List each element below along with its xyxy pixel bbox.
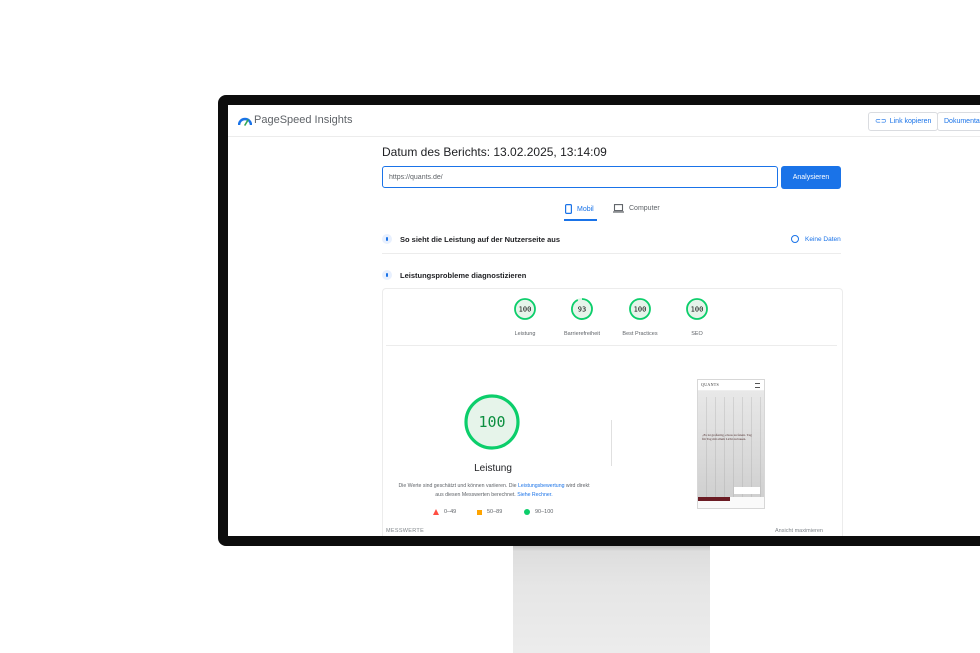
preview-building-lines: [698, 397, 764, 497]
tab-mobile[interactable]: Mobil: [565, 204, 594, 214]
legend-good: 90–100: [524, 509, 553, 515]
monitor-screen: PageSpeed Insights ⊂⊃ Link kopieren Doku…: [228, 105, 980, 536]
expand-view-link[interactable]: Ansicht maximieren: [775, 528, 823, 534]
legend-mid: 50–89: [477, 509, 502, 515]
page-preview-screenshot: QUANTS „Es ist großartig, etwas zu feier…: [697, 379, 765, 509]
preview-quote: „Es ist großartig, etwas zu feiern. Tag …: [702, 433, 752, 442]
score-accessibility[interactable]: 93 Barrierefreiheit: [552, 298, 612, 337]
score-value: 93: [578, 306, 586, 314]
diagnose-icon: [382, 270, 392, 280]
laptop-icon: [613, 204, 624, 213]
score-label: SEO: [691, 331, 703, 337]
link-icon: ⊂⊃: [875, 118, 887, 125]
performance-score-value: 100: [478, 413, 505, 431]
info-icon: [791, 235, 799, 243]
divider: [386, 345, 837, 346]
no-data-link[interactable]: Keine Daten: [791, 235, 841, 243]
score-best-practices[interactable]: 100 Best Practices: [610, 298, 670, 337]
score-value: 100: [519, 306, 532, 314]
legend-bad: 0–49: [433, 509, 456, 515]
phone-icon: [565, 204, 572, 214]
score-calc-link[interactable]: Leistungsbewertung: [518, 483, 564, 489]
preview-footer-bar: [698, 497, 730, 501]
score-gauge-icon: 100: [686, 298, 708, 320]
tab-desktop-label: Computer: [629, 205, 660, 212]
performance-description: Die Werte sind geschätzt und können vari…: [394, 482, 594, 500]
tab-active-indicator: [564, 219, 597, 221]
performance-big-gauge: 100: [464, 394, 520, 450]
report-date: Datum des Berichts: 13.02.2025, 13:14:09: [382, 145, 607, 159]
divider: [382, 253, 841, 254]
calculator-link[interactable]: Siehe Rechner.: [517, 492, 552, 498]
field-data-icon: [382, 234, 392, 244]
top-bar: PageSpeed Insights ⊂⊃ Link kopieren Doku…: [228, 105, 980, 137]
pagespeed-logo-icon: [238, 117, 252, 126]
monitor-stand: [513, 544, 710, 653]
score-label: Leistung: [514, 331, 536, 337]
legend-bad-label: 0–49: [444, 509, 457, 515]
documentation-button[interactable]: Dokumentatio: [937, 112, 980, 131]
score-gauge-icon: 100: [514, 298, 536, 320]
performance-label: Leistung: [474, 463, 512, 474]
brand-title[interactable]: PageSpeed Insights: [254, 114, 352, 126]
score-value: 100: [634, 306, 647, 314]
no-data-label: Keine Daten: [805, 235, 841, 243]
preview-logo: QUANTS: [701, 382, 720, 387]
field-data-section[interactable]: So sieht die Leistung auf der Nutzerseit…: [382, 234, 560, 244]
legend-good-label: 90–100: [535, 509, 554, 515]
field-data-title: So sieht die Leistung auf der Nutzerseit…: [400, 234, 561, 244]
link-copy-button[interactable]: ⊂⊃ Link kopieren: [868, 112, 939, 131]
score-label: Best Practices: [622, 331, 658, 337]
metrics-heading: MESSWERTE: [386, 528, 425, 534]
score-seo[interactable]: 100 SEO: [667, 298, 727, 337]
diagnose-section[interactable]: Leistungsprobleme diagnostizieren: [382, 270, 526, 280]
url-input[interactable]: [382, 166, 778, 188]
score-label: Barrierefreiheit: [563, 331, 601, 337]
triangle-icon: [433, 509, 439, 515]
desc-text-1: Die Werte sind geschätzt und können vari…: [398, 483, 517, 489]
tab-desktop[interactable]: Computer: [613, 204, 660, 213]
square-icon: [477, 509, 482, 515]
preview-header: QUANTS: [698, 380, 764, 391]
link-copy-label: Link kopieren: [889, 118, 932, 125]
score-gauge-icon: 100: [629, 298, 651, 320]
legend-mid-label: 50–89: [487, 509, 503, 515]
score-value: 100: [691, 306, 704, 314]
diagnose-title: Leistungsprobleme diagnostizieren: [400, 270, 527, 280]
score-gauge-icon: 93: [571, 298, 593, 320]
preview-button: [734, 487, 760, 494]
score-performance[interactable]: 100 Leistung: [495, 298, 555, 337]
preview-hero: „Es ist großartig, etwas zu feiern. Tag …: [698, 391, 764, 497]
vertical-divider: [611, 420, 612, 466]
analyze-button[interactable]: Analysieren: [781, 166, 841, 189]
circle-icon: [524, 509, 530, 515]
menu-icon: [755, 383, 760, 388]
tab-mobile-label: Mobil: [577, 205, 594, 213]
